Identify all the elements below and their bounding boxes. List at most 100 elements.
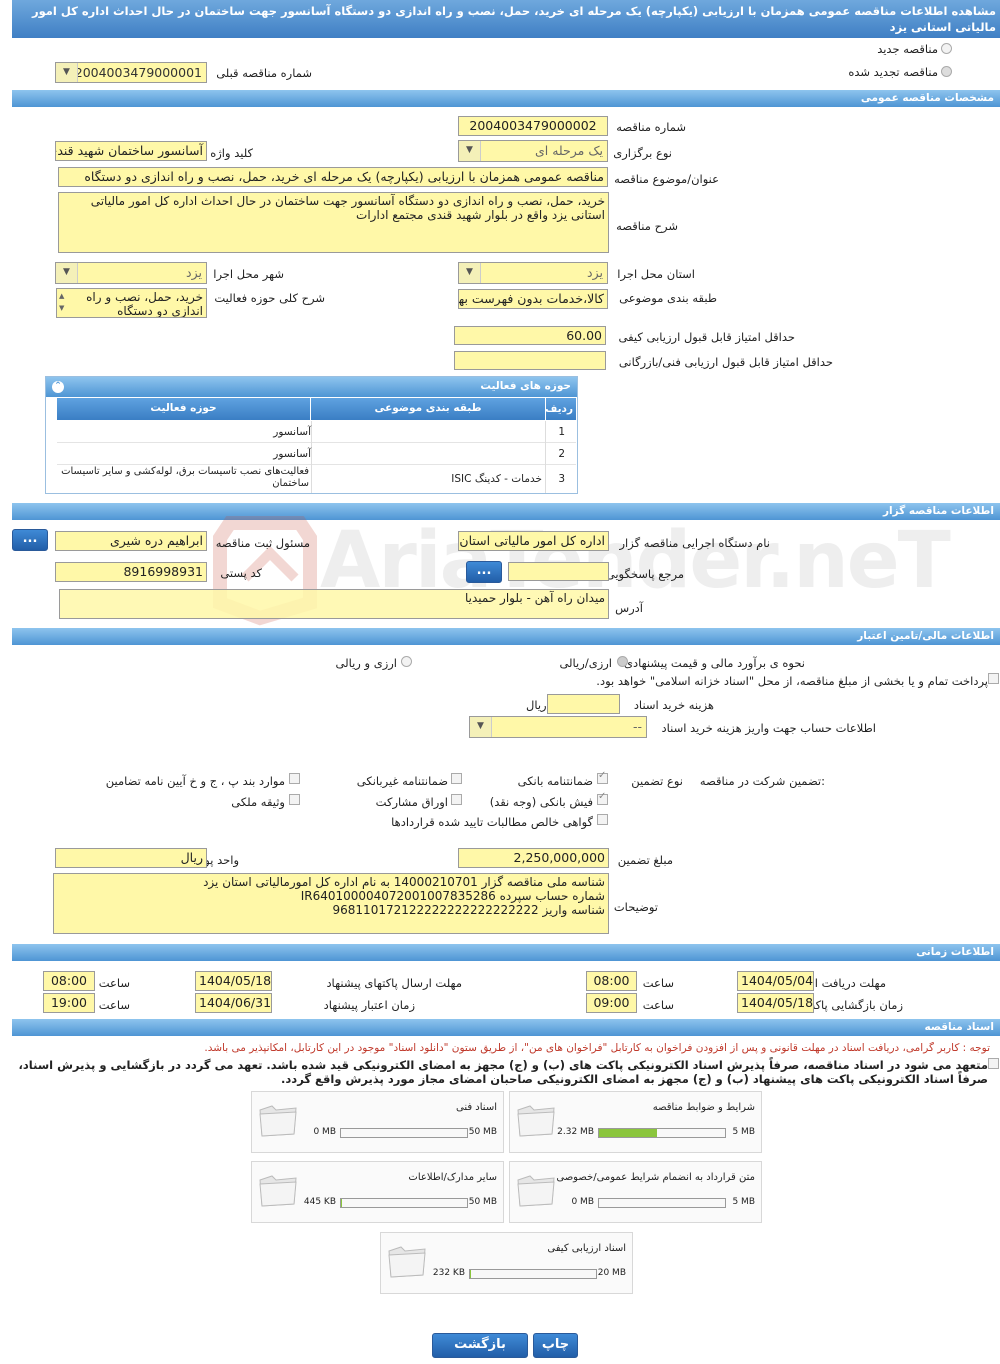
registrar-more-button[interactable]: ...	[12, 529, 48, 551]
scope-field[interactable]: خرید، حمل، نصب و راه اندازی دو دستگاه آس…	[56, 288, 207, 318]
cash-receipt-checkbox[interactable]	[597, 791, 608, 805]
doc-panel-other[interactable]: سایر مدارک/اطلاعات 445 KB 50 MB	[251, 1161, 504, 1223]
activity-panel-header: حوزه های فعالیت ⌃	[46, 377, 577, 397]
back-button[interactable]: بازگشت	[432, 1333, 528, 1358]
currency-field[interactable]: ریال	[55, 848, 207, 868]
bank-guarantee-checkbox[interactable]	[597, 770, 608, 784]
row-field: فعالیت‌های نصب تاسیسات برق، لوله‌کشی و س…	[61, 466, 309, 489]
min-quality-field[interactable]: 60.00	[454, 326, 606, 345]
doc-panel-terms[interactable]: شرایط و ضوابط مناقصه 2.32 MB 5 MB	[509, 1091, 762, 1153]
folder-icon	[259, 1105, 297, 1137]
keyword-field[interactable]: آسانسور ساختمان شهید قندی	[55, 141, 207, 161]
receivables-checkbox[interactable]	[597, 814, 608, 825]
cash-receipt-label: فیش بانکی (وجه نقد)	[489, 795, 593, 809]
row-num: 1	[558, 426, 565, 438]
prev-number-select[interactable]: 2004003479000001 ▼	[55, 62, 207, 83]
description-label: شرح مناقصه	[616, 219, 678, 233]
valid-date-field[interactable]: 1404/06/31	[195, 993, 272, 1013]
folder-icon	[517, 1105, 555, 1137]
registrar-field[interactable]: ابراهیم دره شیری	[55, 531, 207, 551]
row-field: آسانسور	[273, 448, 311, 460]
collapse-icon[interactable]: ⌃	[52, 381, 64, 393]
new-tender-radio[interactable]	[941, 43, 952, 54]
renewed-tender-label: مناقصه تجدید شده	[848, 65, 938, 79]
notes-label: توضیحات	[613, 900, 658, 914]
doc-progress-bar	[598, 1128, 726, 1138]
doc-name: سایر مدارک/اطلاعات	[408, 1172, 497, 1183]
open-time-label: ساعت	[642, 998, 674, 1012]
property-collateral-checkbox[interactable]	[289, 794, 300, 805]
row-num: 2	[558, 448, 565, 460]
description-field[interactable]: خرید، حمل، نصب و راه اندازی دو دستگاه آس…	[58, 192, 609, 253]
city-select[interactable]: یزد ▼	[55, 262, 207, 284]
header-row-num: ردیف	[545, 403, 573, 415]
estimate-label: نحوه ی برآورد مالی و قیمت پیشنهادی	[623, 656, 805, 670]
ref-more-button[interactable]: ...	[466, 561, 502, 583]
doc-panel-quality[interactable]: اسناد ارزیابی کیفی 232 KB 20 MB	[380, 1232, 633, 1294]
print-button[interactable]: چاپ	[533, 1333, 578, 1358]
min-quality-label: حداقل امتیاز قابل قبول ارزیابی کیفی	[618, 330, 796, 344]
doc-max: 50 MB	[468, 1197, 497, 1207]
rial-radio[interactable]	[617, 656, 628, 667]
doc-name: متن قرارداد به انضمام شرایط عمومی/خصوصی	[556, 1172, 755, 1183]
doc-size: 232 KB	[432, 1268, 465, 1278]
tender-number-field[interactable]: 2004003479000002	[458, 116, 608, 136]
receivables-label: گواهی خالص مطالبات تایید شده قراردادها	[391, 815, 593, 829]
activity-table-header: ردیف حوزه فعالیت طبقه بندی موضوعی	[57, 398, 576, 420]
address-field[interactable]: میدان راه آهن - بلوار حمیدیا	[59, 589, 609, 619]
registrar-label: مسئول ثبت مناقصه	[215, 536, 310, 550]
category-field[interactable]: کالا،خدمات بدون فهرست بها	[458, 289, 608, 309]
doc-cost-field[interactable]	[547, 694, 620, 714]
ref-field[interactable]	[508, 562, 609, 581]
valid-time-field[interactable]: 19:00	[43, 993, 95, 1013]
commitment-checkbox[interactable]	[988, 1058, 999, 1069]
doc-max: 50 MB	[468, 1127, 497, 1137]
account-select[interactable]: -- ▼	[469, 716, 647, 738]
renewed-tender-radio[interactable]	[941, 66, 952, 77]
doc-panel-contract[interactable]: متن قرارداد به انضمام شرایط عمومی/خصوصی …	[509, 1161, 762, 1223]
table-row: 3 خدمات - کدینگ ISIC فعالیت‌های نصب تاسی…	[57, 465, 576, 493]
folder-icon	[517, 1175, 555, 1207]
bonds-checkbox[interactable]	[451, 794, 462, 805]
clause-items-checkbox[interactable]	[289, 773, 300, 784]
row-category	[311, 443, 546, 465]
subject-label: عنوان/موضوع مناقصه	[614, 172, 719, 186]
folder-icon	[259, 1175, 297, 1207]
doc-panel-technical[interactable]: اسناد فنی 0 MB 50 MB	[251, 1091, 504, 1153]
guarantee-type-label: نوع تضمین	[631, 774, 683, 788]
table-row: 1 آسانسور	[57, 421, 576, 443]
docs-section-header: اسناد مناقصه	[12, 1019, 1000, 1036]
doc-size: 0 MB	[571, 1197, 594, 1207]
receive-date-field[interactable]: 1404/05/04	[737, 971, 814, 991]
min-tech-label: حداقل امتیاز قابل قبول ارزیابی فنی/بازرگ…	[618, 355, 833, 369]
page-title: مشاهده اطلاعات مناقصه عمومی همزمان با ار…	[12, 0, 1000, 38]
receive-time-label: ساعت	[642, 976, 674, 990]
fx-radio[interactable]	[401, 656, 412, 667]
tender-number-label: شماره مناقصه	[616, 120, 686, 134]
open-time-field[interactable]: 09:00	[586, 993, 637, 1013]
send-date-field[interactable]: 1404/05/18	[195, 971, 272, 991]
doc-max: 5 MB	[732, 1127, 755, 1137]
open-date-field[interactable]: 1404/05/18	[737, 993, 814, 1013]
nonbank-guarantee-checkbox[interactable]	[451, 773, 462, 784]
org-label: نام دستگاه اجرایی مناقصه گزار	[619, 536, 770, 550]
table-row: 2 آسانسور	[57, 443, 576, 465]
islamic-treasury-checkbox[interactable]	[988, 673, 999, 684]
send-time-field[interactable]: 08:00	[43, 971, 95, 991]
doc-size: 445 KB	[303, 1197, 336, 1207]
min-tech-field[interactable]	[454, 351, 606, 370]
city-label: شهر محل اجرا	[213, 267, 284, 281]
type-select[interactable]: یک مرحله ای ▼	[458, 140, 608, 162]
doc-progress-bar	[469, 1269, 597, 1279]
notes-field[interactable]: شناسه ملی مناقصه گزار 14000210701 به نام…	[53, 873, 609, 934]
guarantee-label: تضمین شرکت در مناقصه:	[699, 774, 825, 788]
subject-field[interactable]: مناقصه عمومی همزمان با ارزیابی (یکپارچه)…	[58, 167, 608, 187]
amount-field[interactable]: 2,250,000,000	[458, 848, 609, 868]
postal-field[interactable]: 8916998931	[55, 562, 207, 582]
receive-time-field[interactable]: 08:00	[586, 971, 637, 991]
doc-cost-label: هزینه خرید اسناد	[633, 698, 714, 712]
doc-max: 20 MB	[597, 1268, 626, 1278]
province-select[interactable]: یزد ▼	[458, 262, 608, 284]
docs-note: توجه : کاربر گرامی، دریافت اسناد در مهلت…	[204, 1042, 990, 1054]
org-field[interactable]: اداره کل امور مالیاتی استان یزد	[458, 531, 609, 551]
